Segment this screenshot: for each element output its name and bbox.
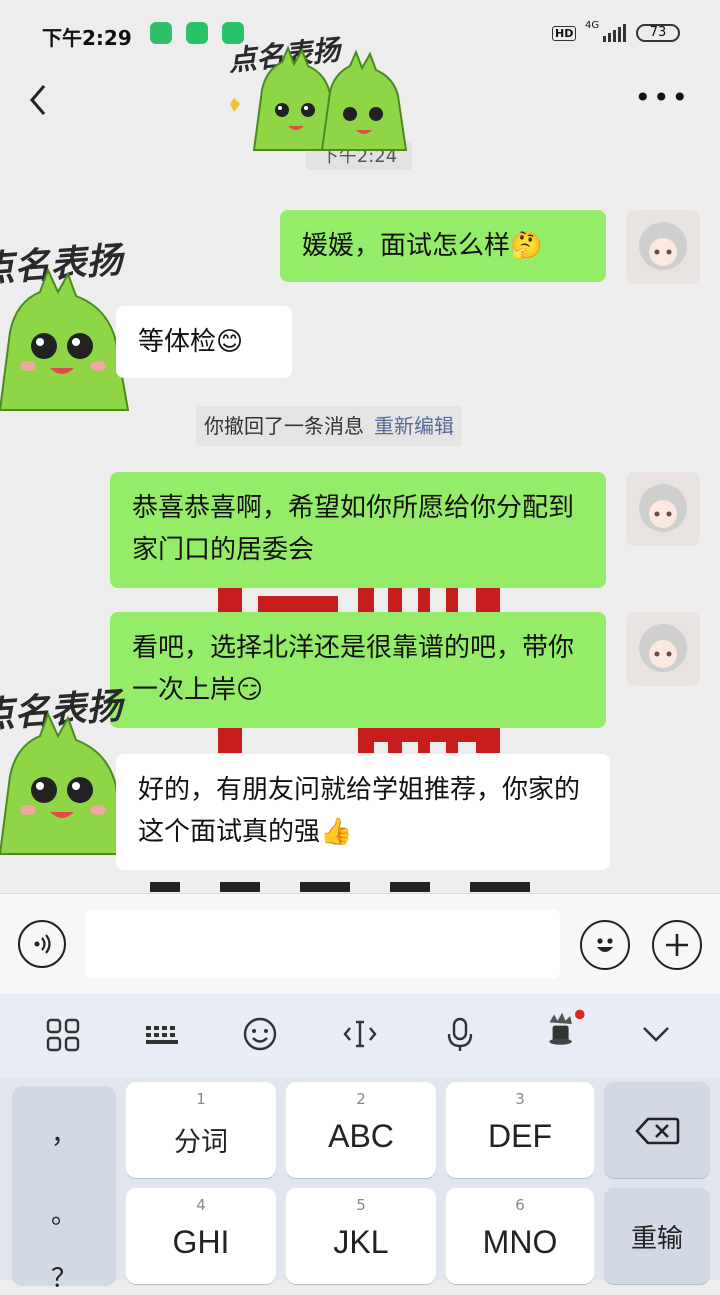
key-3[interactable]: 3 DEF xyxy=(446,1082,594,1178)
message-text: 等体检 xyxy=(138,327,217,357)
key-number: 1 xyxy=(196,1090,206,1108)
network-type: 4G xyxy=(585,20,600,31)
key-number: 3 xyxy=(515,1090,525,1108)
emoji-button[interactable] xyxy=(580,920,630,970)
sticker-top: 点名表扬 xyxy=(226,30,426,160)
t9-keyboard: ， 。 ？ 1 分词 2 ABC 3 DEF 4 GHI 5 JKL 6 MNO… xyxy=(0,1078,720,1294)
apps-grid-icon[interactable] xyxy=(44,1014,82,1054)
message-bubble-sent[interactable]: 恭喜恭喜啊，希望如你所愿给你分配到家门口的居委会 xyxy=(110,472,606,588)
more-functions-button[interactable] xyxy=(652,920,702,970)
key-number: 4 xyxy=(196,1196,206,1214)
voice-icon xyxy=(34,934,51,954)
punctuation-column[interactable]: ， 。 ？ xyxy=(12,1086,116,1294)
my-avatar[interactable] xyxy=(626,612,700,686)
key-1[interactable]: 1 分词 xyxy=(126,1082,276,1178)
key-label: MNO xyxy=(482,1224,558,1260)
key-number: 6 xyxy=(515,1196,525,1214)
key-5[interactable]: 5 JKL xyxy=(286,1188,436,1284)
my-avatar[interactable] xyxy=(626,210,700,284)
smile-emoji-icon: 😊 xyxy=(216,327,244,357)
android-notification-icon xyxy=(150,22,172,44)
collapse-keyboard-icon[interactable] xyxy=(636,1014,676,1054)
recall-text: 你撤回了一条消息 xyxy=(204,414,364,438)
message-text: 好的，有朋友问就给学姐推荐，你家的这个面试真的强 xyxy=(138,775,581,847)
re-edit-link[interactable]: 重新编辑 xyxy=(374,414,454,438)
key-4[interactable]: 4 GHI xyxy=(126,1188,276,1284)
key-6[interactable]: 6 MNO xyxy=(446,1188,594,1284)
cursor-edit-icon[interactable] xyxy=(340,1014,380,1054)
message-bubble-received[interactable]: 好的，有朋友问就给学姐推荐，你家的这个面试真的强👍 xyxy=(116,754,610,870)
message-input[interactable] xyxy=(86,910,560,978)
more-options-icon[interactable]: ••• xyxy=(634,84,690,112)
punctuation-period-key[interactable]: 。 xyxy=(12,1194,116,1231)
punctuation-question-key[interactable]: ？ xyxy=(12,1258,116,1295)
punctuation-comma-key[interactable]: ， xyxy=(12,1114,116,1151)
backspace-icon xyxy=(635,1117,680,1145)
key-label: 重输 xyxy=(630,1223,683,1253)
key-label: JKL xyxy=(333,1224,389,1260)
backspace-key[interactable] xyxy=(604,1082,710,1178)
key-label: 分词 xyxy=(174,1127,228,1157)
message-bubble-sent[interactable]: 媛媛，面试怎么样🤔 xyxy=(280,210,606,282)
magic-hat-icon[interactable] xyxy=(536,1008,590,1048)
hd-voice-icon: HD xyxy=(552,26,577,41)
recall-notice: 你撤回了一条消息 重新编辑 xyxy=(196,406,462,446)
microphone-icon[interactable] xyxy=(440,1014,480,1054)
my-avatar[interactable] xyxy=(626,472,700,546)
signal-icon xyxy=(603,24,626,42)
battery-indicator: 73 xyxy=(636,24,680,42)
keyboard-toolbar xyxy=(0,994,720,1078)
background-image-text xyxy=(150,870,590,892)
reenter-key[interactable]: 重输 xyxy=(604,1188,710,1284)
message-text: 媛媛，面试怎么样 xyxy=(302,231,511,261)
key-label: DEF xyxy=(488,1118,552,1154)
key-number: 2 xyxy=(356,1090,366,1108)
thinking-emoji-icon: 🤔 xyxy=(510,231,543,261)
plus-icon xyxy=(666,934,688,956)
message-bubble-received[interactable]: 等体检😊 xyxy=(116,306,292,378)
message-bubble-sent[interactable]: 看吧，选择北洋还是很靠谱的吧，带你一次上岸😏 xyxy=(110,612,606,728)
smiley-icon xyxy=(597,938,613,952)
smug-emoji-icon: 😏 xyxy=(236,675,264,705)
key-label: GHI xyxy=(172,1224,230,1260)
chat-notification-icon xyxy=(186,22,208,44)
key-2[interactable]: 2 ABC xyxy=(286,1082,436,1178)
back-icon[interactable] xyxy=(24,80,60,120)
key-number: 5 xyxy=(356,1196,366,1214)
voice-input-button[interactable] xyxy=(18,920,66,968)
input-bar xyxy=(0,893,720,994)
keyboard-layout-icon[interactable] xyxy=(142,1014,182,1054)
key-label: ABC xyxy=(328,1118,394,1154)
message-text: 恭喜恭喜啊，希望如你所愿给你分配到家门口的居委会 xyxy=(132,493,575,565)
message-text: 看吧，选择北洋还是很靠谱的吧，带你一次上岸 xyxy=(132,633,575,705)
thumbs-up-emoji-icon: 👍 xyxy=(320,817,353,847)
status-time: 下午2:29 xyxy=(42,26,132,50)
emoji-keyboard-icon[interactable] xyxy=(240,1014,280,1054)
